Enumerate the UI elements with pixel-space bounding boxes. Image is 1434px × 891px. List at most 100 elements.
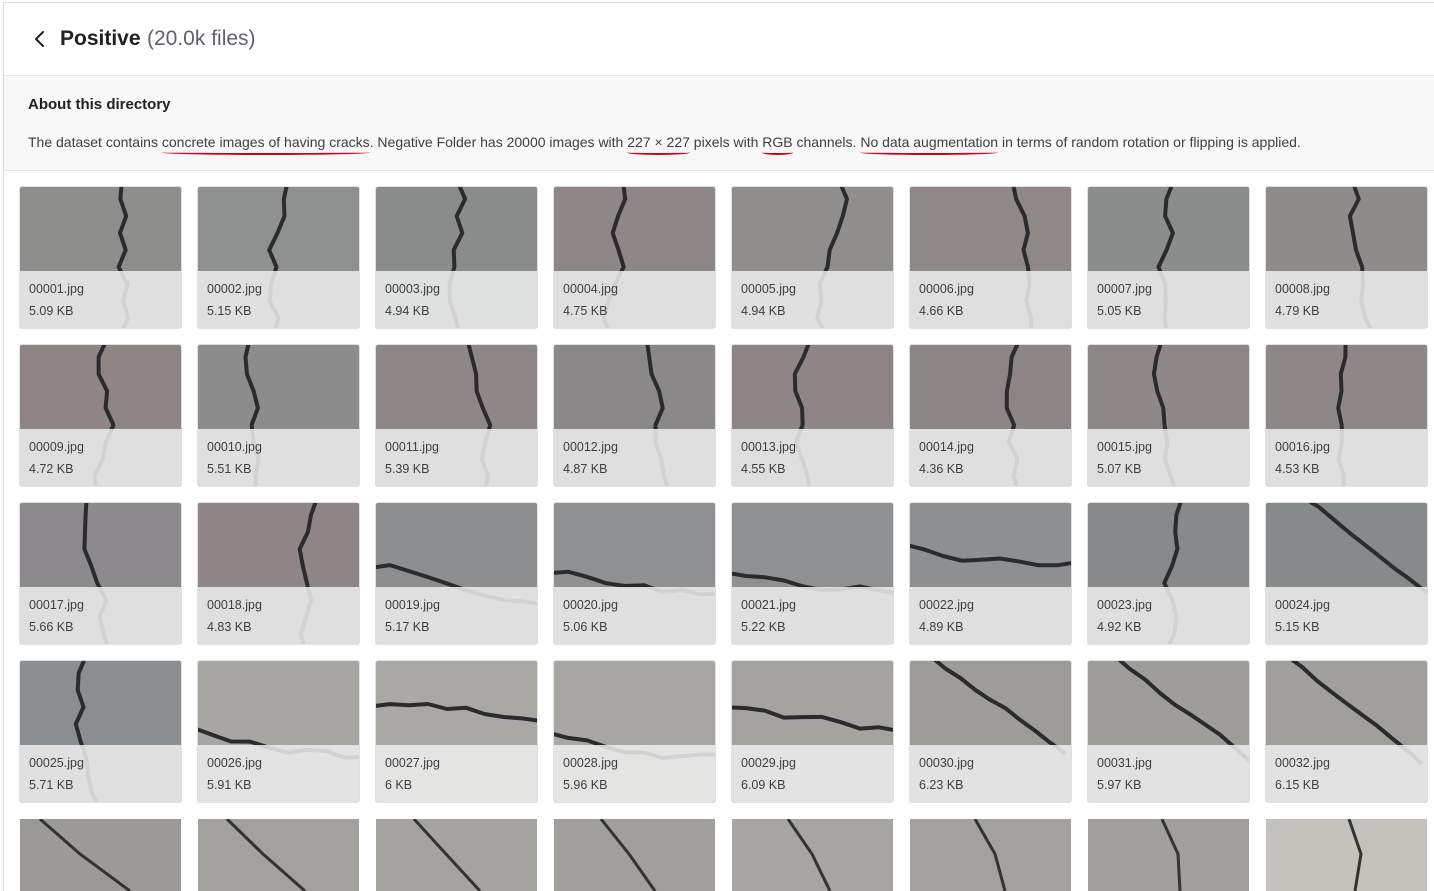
file-name: 00018.jpg [207,598,262,612]
file-card[interactable]: 00030.jpg 6.23 KB [910,661,1071,802]
file-info-overlay [20,587,181,644]
file-card[interactable]: 00013.jpg 4.55 KB [732,345,893,486]
file-card[interactable]: 00025.jpg 5.71 KB [20,661,181,802]
file-card[interactable]: 00004.jpg 4.75 KB [554,187,715,328]
file-size: 6 KB [385,778,413,792]
file-name: 00025.jpg [29,756,84,770]
file-card-partial[interactable] [198,819,359,891]
file-thumbnail [1160,819,1182,891]
file-size: 4.66 KB [919,304,964,318]
file-size: 5.07 KB [1097,462,1142,476]
file-card[interactable]: 00029.jpg 6.09 KB [732,661,893,802]
about-directory-section: About this directory The dataset contain… [4,76,1434,171]
file-card[interactable]: 00012.jpg 4.87 KB [554,345,715,486]
file-size: 5.39 KB [385,462,430,476]
file-info-overlay [198,429,359,486]
file-info-overlay [732,587,893,644]
file-info-overlay [554,271,715,328]
file-size: 6.23 KB [919,778,964,792]
about-description: The dataset contains concrete images of … [28,134,1301,150]
file-card[interactable]: 00015.jpg 5.07 KB [1088,345,1249,486]
file-size: 5.06 KB [563,620,608,634]
file-card[interactable]: 00024.jpg 5.15 KB [1266,503,1427,644]
file-name: 00008.jpg [1275,282,1330,296]
file-card-partial[interactable] [732,819,893,891]
file-card[interactable]: 00005.jpg 4.94 KB [732,187,893,328]
file-card[interactable]: 00019.jpg 5.17 KB [376,503,537,644]
file-card[interactable]: 00011.jpg 5.39 KB [376,345,537,486]
file-info-overlay [20,745,181,802]
file-card[interactable]: 00032.jpg 6.15 KB [1266,661,1427,802]
file-card-partial[interactable] [910,819,1071,891]
file-size: 4.83 KB [207,620,252,634]
file-name: 00015.jpg [1097,440,1152,454]
file-info-overlay [1088,745,1249,802]
file-info-overlay [1266,271,1427,328]
file-info-overlay [1266,587,1427,644]
file-name: 00010.jpg [207,440,262,454]
file-card[interactable]: 00021.jpg 5.22 KB [732,503,893,644]
desc-annotated-text: RGB [762,134,793,150]
file-card-partial[interactable] [554,819,715,891]
file-card[interactable]: 00014.jpg 4.36 KB [910,345,1071,486]
file-card[interactable]: 00002.jpg 5.15 KB [198,187,359,328]
file-size: 5.05 KB [1097,304,1142,318]
file-name: 00032.jpg [1275,756,1330,770]
file-name: 00024.jpg [1275,598,1330,612]
file-card[interactable]: 00020.jpg 5.06 KB [554,503,715,644]
file-size: 5.91 KB [207,778,252,792]
file-size: 4.72 KB [29,462,74,476]
file-card[interactable]: 00007.jpg 5.05 KB [1088,187,1249,328]
file-card[interactable]: 00017.jpg 5.66 KB [20,503,181,644]
file-name: 00017.jpg [29,598,84,612]
file-info-overlay [554,587,715,644]
desc-text: The dataset contains [28,134,162,150]
file-size: 5.09 KB [29,304,74,318]
desc-text: in terms of random rotation or flipping … [998,134,1301,150]
file-card[interactable]: 00001.jpg 5.09 KB [20,187,181,328]
file-name: 00001.jpg [29,282,84,296]
file-name: 00031.jpg [1097,756,1152,770]
file-thumbnail [599,819,657,891]
file-info-overlay [732,429,893,486]
file-card[interactable]: 00027.jpg 6 KB [376,661,537,802]
file-thumbnail [225,819,306,891]
file-size: 5.15 KB [207,304,252,318]
file-card[interactable]: 00031.jpg 5.97 KB [1088,661,1249,802]
file-card[interactable]: 00022.jpg 4.89 KB [910,503,1071,644]
back-button[interactable] [28,27,52,51]
desc-text: pixels with [689,134,763,150]
file-card[interactable]: 00023.jpg 4.92 KB [1088,503,1249,644]
desc-text: . Negative Folder has 20000 images with [369,134,628,150]
file-card-partial[interactable] [20,819,181,891]
file-info-overlay [376,587,537,644]
file-card[interactable]: 00018.jpg 4.83 KB [198,503,359,644]
file-size: 6.09 KB [741,778,786,792]
file-name: 00006.jpg [919,282,974,296]
file-name: 00012.jpg [563,440,618,454]
file-card[interactable]: 00008.jpg 4.79 KB [1266,187,1427,328]
file-size: 4.79 KB [1275,304,1320,318]
file-card-partial[interactable] [376,819,537,891]
file-name: 00026.jpg [207,756,262,770]
file-size: 5.97 KB [1097,778,1142,792]
file-card[interactable]: 00028.jpg 5.96 KB [554,661,715,802]
file-name: 00023.jpg [1097,598,1152,612]
file-thumbnail [786,819,832,891]
file-card-partial[interactable] [1088,819,1249,891]
file-name: 00009.jpg [29,440,84,454]
desc-text: channels. [792,134,861,150]
file-card[interactable]: 00016.jpg 4.53 KB [1266,345,1427,486]
directory-title: Positive [60,27,141,50]
file-card[interactable]: 00009.jpg 4.72 KB [20,345,181,486]
file-card[interactable]: 00010.jpg 5.51 KB [198,345,359,486]
file-info-overlay [732,271,893,328]
file-card[interactable]: 00026.jpg 5.91 KB [198,661,359,802]
file-info-overlay [1266,745,1427,802]
file-name: 00016.jpg [1275,440,1330,454]
about-heading: About this directory [28,96,171,113]
file-card-partial[interactable] [1266,819,1427,891]
file-card[interactable]: 00006.jpg 4.66 KB [910,187,1071,328]
file-size: 4.75 KB [563,304,608,318]
file-card[interactable]: 00003.jpg 4.94 KB [376,187,537,328]
